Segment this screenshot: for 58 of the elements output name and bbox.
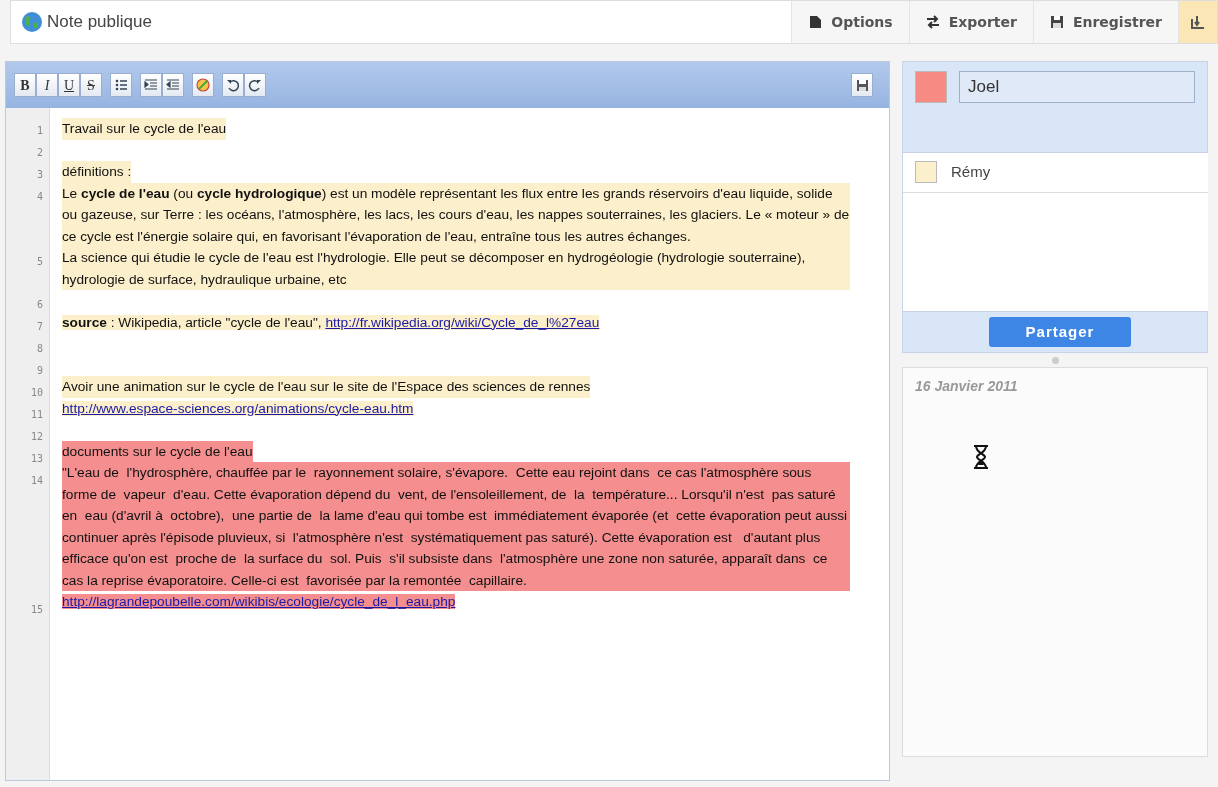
line-number: 10: [29, 386, 44, 400]
color-toggle-icon: [196, 78, 210, 92]
note-title: Note publique: [47, 11, 152, 34]
import-icon: [1191, 15, 1205, 29]
toolbar-button[interactable]: S: [80, 73, 102, 97]
history-date: 16 Janvier 2011: [915, 377, 1019, 396]
line-number: 13: [29, 452, 44, 466]
list-icon: [114, 78, 128, 92]
globe-icon: [21, 11, 43, 33]
line-number: 11: [29, 408, 44, 422]
toolbar-button[interactable]: [110, 73, 132, 97]
line-text: Le cycle de l'eau (ou cycle hydrologique) est un modèle représentant les flux entre les grands réservoirs d'eau liquide, solide ou gazeuse, sur Terre : les océans, l'atmosphère, les lacs, les cours d'eau, les nappes souterraines, les glaciers. Le « moteur » de ce cycle est l'énergie solaire qui, en favorisant l'évaporation de l'eau, entraîne tous les autres échanges.: [62, 182, 850, 247]
line-number: 12: [29, 430, 44, 444]
toolbar-button[interactable]: U: [58, 73, 80, 97]
line-number: 5: [35, 255, 44, 269]
line-number: 7: [35, 320, 44, 334]
resize-handle[interactable]: [1051, 356, 1059, 364]
save-button[interactable]: [851, 73, 873, 97]
link[interactable]: http://www.espace-sciences.org/animations/cycle-eau.htm: [62, 400, 414, 416]
swap-arrows-icon: [925, 15, 940, 29]
line-number: 9: [35, 364, 44, 378]
color-swatch[interactable]: [915, 71, 947, 103]
line-number: 6: [35, 298, 44, 312]
page-icon: [808, 15, 823, 29]
line-text: Travail sur le cycle de l'eau: [62, 118, 227, 140]
link[interactable]: http://fr.wikipedia.org/wiki/Cycle_de_l%27eau: [325, 314, 600, 330]
name-input-field[interactable]: Joel: [959, 71, 1195, 103]
line-number: 2: [35, 146, 44, 160]
indent-icon: [144, 78, 158, 92]
line-number: 15: [29, 603, 44, 617]
menu-item[interactable]: [1178, 1, 1217, 43]
link[interactable]: http://lagrandepoubelle.com/wikibis/ecologie/cycle_de_l_eau.php: [62, 594, 456, 609]
undo-icon: [226, 78, 240, 92]
toolbar-button[interactable]: I: [36, 73, 58, 97]
toolbar-button[interactable]: [244, 73, 266, 97]
menu-item[interactable]: Options: [791, 1, 909, 43]
line-text: La science qui étudie le cycle de l'eau est l'hydrologie. Elle peut se décomposer en hydrogéologie (hydrologie souterraine), hydrologie de surface, hydraulique urbaine, etc: [62, 247, 850, 290]
line-text: source : Wikipedia, article "cycle de l'eau",: [62, 314, 326, 330]
user-name: Rémy: [951, 162, 991, 182]
line-text: "L'eau de l'hydrosphère, chauffée par le rayonnement solaire, s'évapore. Cette eau rejoint dans ce cas l'atmosphère sous forme de vapeur d'eau. Cette évaporation dépend du vent, de l'ensoleillement, de la température... Lorsqu'il n'est pas saturé en eau (d'avril à octobre), une partie de la lame d'eau qui tombe est immédiatement évaporée (et cette évaporation peut aussi continuer après l'épisode pluvieux, si l'atmosphère n'est systématiquement pas saturé). Cette évaporation est d'autant plus efficace qu'on est proche de la surface du sol. Puis s'il subsiste dans l'atmosphère une zone non saturée, apparaît dans ce cas la reprise évaporatoire. Celle-ci est favorisée par la remontée capillaire.: [62, 462, 850, 591]
line-text: documents sur le cycle de l'eau: [62, 440, 253, 462]
line-number: 4: [35, 190, 44, 204]
line-number: 8: [35, 342, 44, 356]
line-number: 1: [35, 124, 44, 138]
outdent-icon: [166, 78, 180, 92]
toolbar-button[interactable]: [162, 73, 184, 97]
toolbar-button[interactable]: B: [14, 73, 36, 97]
hourglass-icon: [973, 445, 989, 469]
toolbar-button[interactable]: [192, 73, 214, 97]
share-button[interactable]: Partager: [989, 317, 1131, 347]
menu-item[interactable]: Exporter: [908, 1, 1033, 43]
menu-item[interactable]: Enregistrer: [1032, 1, 1178, 43]
toolbar-button[interactable]: [222, 73, 244, 97]
line-text: Avoir une animation sur le cycle de l'eau sur le site de l'Espace des sciences de rennes: [62, 376, 591, 398]
line-number: 3: [35, 168, 44, 182]
redo-icon: [248, 78, 262, 92]
line-number: 14: [29, 474, 44, 488]
line-text: définitions :: [62, 161, 132, 183]
